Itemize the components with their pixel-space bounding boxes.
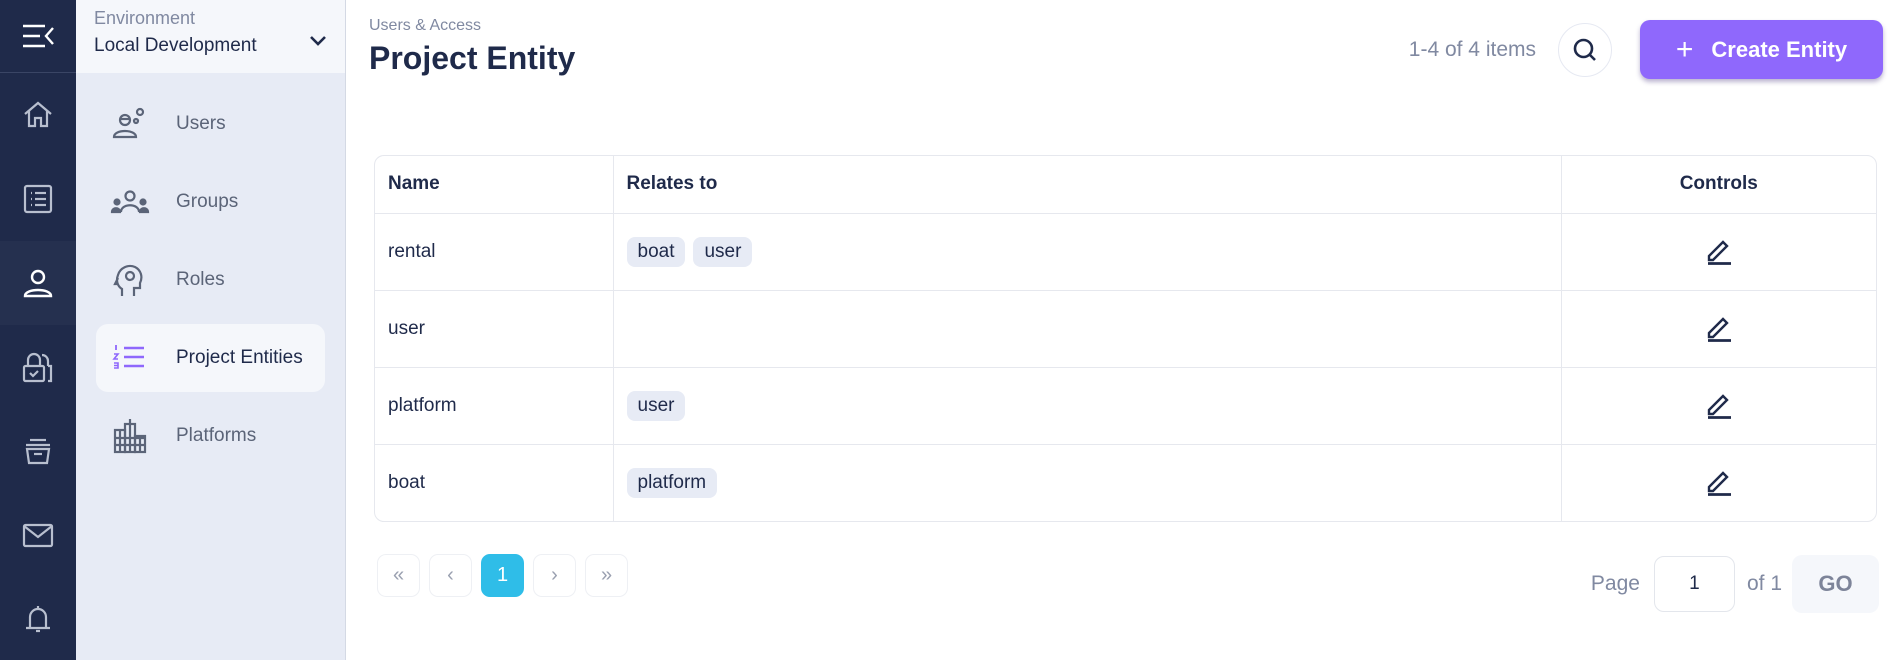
relates-to-cell: user (613, 367, 1562, 445)
relates-to-cell: boat user (613, 213, 1562, 291)
numbered-list-icon (112, 345, 144, 369)
sidebar-item-platforms[interactable]: Platforms (96, 402, 325, 470)
plus-icon: + (1675, 32, 1694, 66)
menu-toggle-button[interactable] (0, 0, 76, 73)
table-row: platform user (375, 367, 1876, 445)
page-button-current[interactable]: 1 (481, 554, 524, 597)
sidebar-item-project-entities[interactable]: Project Entities (96, 324, 325, 392)
previous-page-button[interactable]: ‹ (429, 554, 472, 597)
item-count: 1-4 of 4 items (1408, 38, 1536, 61)
table-row: rental boat user (375, 213, 1876, 291)
edit-button[interactable] (1702, 310, 1736, 344)
environment-label: Environment (94, 8, 196, 28)
bell-icon (26, 606, 50, 633)
relation-tag[interactable]: platform (626, 467, 718, 498)
relation-tag[interactable]: boat (626, 236, 686, 267)
roles-head-gear-icon (113, 264, 143, 296)
relates-to-cell (613, 290, 1562, 368)
table-row: user (375, 290, 1876, 368)
sidebar-item-label: Roles (176, 269, 225, 290)
users-gear-icon (112, 107, 145, 139)
page-label: Page (1590, 572, 1640, 595)
breadcrumb[interactable]: Users & Access (369, 17, 481, 35)
sidebar-item-label: Groups (176, 191, 239, 212)
edit-pencil-icon (1707, 393, 1731, 419)
page-total-label: of 1 (1746, 572, 1782, 595)
groups-icon (110, 190, 150, 214)
buildings-icon (113, 419, 147, 454)
sidebar-item-label: Platforms (176, 425, 257, 446)
mail-icon (22, 523, 54, 548)
last-page-button[interactable]: » (585, 554, 628, 597)
sidebar-item-label: Project Entities (176, 347, 303, 368)
rail-item-list[interactable] (0, 157, 76, 241)
next-page-button[interactable]: › (533, 554, 576, 597)
rail-item-home[interactable] (0, 73, 76, 157)
create-entity-label: Create Entity (1711, 36, 1848, 62)
edit-button[interactable] (1702, 464, 1736, 498)
chevron-down-icon (310, 36, 326, 46)
entity-name: boat (375, 444, 614, 521)
main-content: Users & Access Project Entity 1-4 of 4 i… (347, 0, 1899, 660)
controls-cell (1561, 213, 1876, 291)
page-jump: Page of 1 GO (1591, 555, 1879, 613)
column-header-relates-to: Relates to (613, 156, 1562, 214)
rail-item-notifications[interactable] (0, 577, 76, 660)
column-header-controls: Controls (1561, 156, 1876, 214)
icon-rail (0, 0, 76, 660)
edit-pencil-icon (1707, 316, 1731, 342)
rail-item-mail[interactable] (0, 493, 76, 577)
edit-button[interactable] (1702, 387, 1736, 421)
create-entity-button[interactable]: + Create Entity (1640, 20, 1883, 79)
controls-cell (1561, 367, 1876, 445)
rail-item-security[interactable] (0, 325, 76, 409)
pagination: « ‹ 1 › » (377, 554, 628, 597)
edit-button[interactable] (1702, 233, 1736, 267)
environment-selector[interactable]: Environment Local Development (76, 0, 345, 73)
sidebar-item-groups[interactable]: Groups (96, 168, 325, 236)
edit-pencil-icon (1707, 239, 1731, 265)
sidebar-item-roles[interactable]: Roles (96, 246, 325, 314)
sidebar-item-users[interactable]: Users (96, 90, 325, 158)
page-title: Project Entity (369, 40, 576, 76)
table-header-row: Name Relates to Controls (375, 156, 1876, 214)
entity-table: Name Relates to Controls rental boat user u… (374, 155, 1877, 522)
search-icon (1573, 38, 1596, 61)
rail-item-users[interactable] (0, 241, 76, 325)
list-icon (23, 184, 53, 214)
page-number-input[interactable] (1653, 556, 1735, 612)
go-button[interactable]: GO (1792, 555, 1879, 613)
archive-icon (25, 438, 51, 465)
search-button[interactable] (1558, 23, 1612, 77)
relation-tag[interactable]: user (693, 236, 753, 267)
column-header-name: Name (375, 156, 614, 214)
sub-nav-list: Users Groups Roles Project Entities Plat… (76, 73, 345, 470)
edit-pencil-icon (1707, 471, 1731, 496)
user-icon (23, 269, 53, 298)
locks-icon (22, 352, 53, 383)
rail-item-archive[interactable] (0, 409, 76, 493)
sub-sidebar: Environment Local Development Users Grou… (76, 0, 346, 660)
controls-cell (1561, 444, 1876, 521)
menu-collapse-icon (23, 24, 54, 48)
controls-cell (1561, 290, 1876, 368)
relates-to-cell: platform (613, 444, 1562, 521)
entity-name: rental (375, 213, 614, 291)
entity-name: user (375, 290, 614, 368)
relation-tag[interactable]: user (626, 390, 686, 421)
home-icon (24, 101, 52, 128)
environment-value: Local Development (94, 35, 257, 56)
table-row: boat platform (375, 444, 1876, 521)
entity-name: platform (375, 367, 614, 445)
sidebar-item-label: Users (176, 113, 226, 134)
first-page-button[interactable]: « (377, 554, 420, 597)
